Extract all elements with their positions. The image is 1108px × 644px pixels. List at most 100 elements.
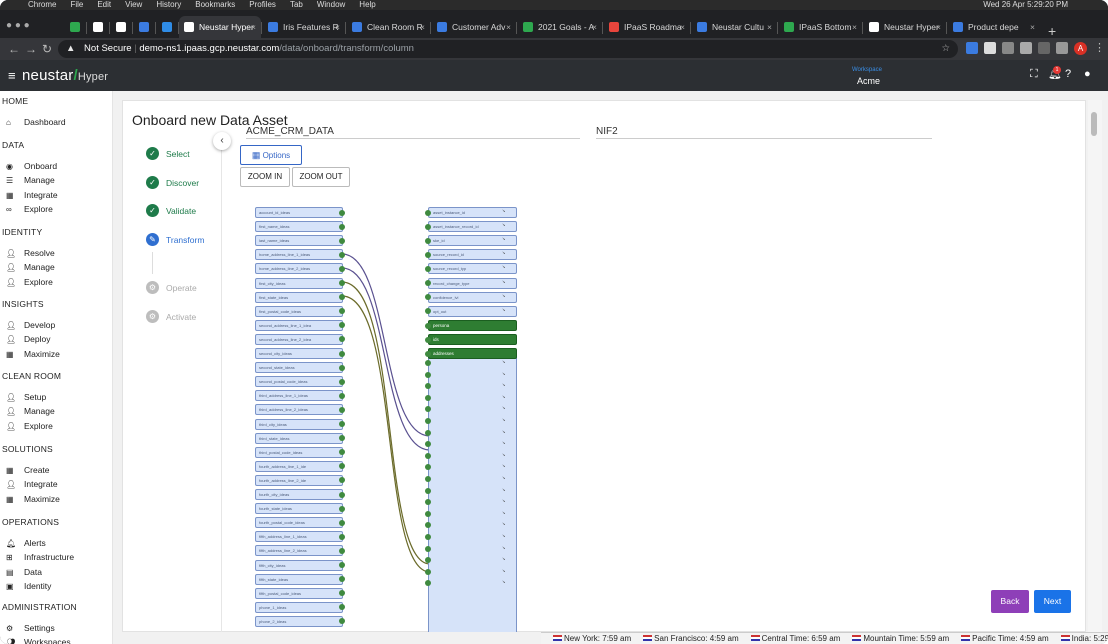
expand-icon[interactable]: ↘ <box>502 440 505 445</box>
browser-tab[interactable]: Customer Adv × <box>432 16 516 38</box>
source-column[interactable]: fourth_city_ideas <box>255 489 343 500</box>
close-tab-icon[interactable]: × <box>420 16 425 38</box>
sidebar-item-workspaces[interactable]: 👥︎ Workspaces <box>6 637 71 644</box>
os-menu-file[interactable]: File <box>70 0 83 9</box>
sidebar-item-data[interactable]: ▤ Data <box>6 567 42 577</box>
target-port-dot[interactable] <box>425 336 431 343</box>
os-menu-window[interactable]: Window <box>317 0 345 9</box>
source-column[interactable]: home_address_line_1_ideas <box>255 249 343 261</box>
sidebar-item-create[interactable]: ▦ Create <box>6 465 50 475</box>
target-port-dot[interactable] <box>425 371 431 378</box>
sidebar-item-identity[interactable]: ▣ Identity <box>6 581 51 591</box>
source-column[interactable]: second_state_ideas <box>255 362 343 374</box>
source-column[interactable]: account_id_ideas <box>255 207 343 218</box>
hamburger-menu-icon[interactable]: ≡ <box>8 68 16 83</box>
source-port-dot[interactable] <box>339 378 345 385</box>
expand-icon[interactable]: ↘ <box>502 222 505 227</box>
page-scrollbar[interactable] <box>1088 100 1102 632</box>
browser-tab[interactable] <box>133 16 155 38</box>
sidebar-item-explore[interactable]: ∞ Explore <box>6 204 53 214</box>
back-button[interactable]: Back <box>991 590 1029 613</box>
step-validate[interactable]: Validate <box>166 206 196 216</box>
sidebar-item-explore[interactable]: 👤︎ Explore <box>6 421 53 431</box>
source-port-dot[interactable] <box>339 505 345 512</box>
os-menu-profiles[interactable]: Profiles <box>249 0 276 9</box>
source-column[interactable]: second_address_line_2_idea <box>255 333 343 345</box>
source-port-dot[interactable] <box>339 251 345 258</box>
sidebar-item-integrate[interactable]: ▦ Integrate <box>6 190 58 200</box>
source-port-dot[interactable] <box>339 223 345 230</box>
expand-icon[interactable]: ↘ <box>502 533 505 538</box>
os-menu-tab[interactable]: Tab <box>290 0 303 9</box>
expand-icon[interactable]: ↘ <box>502 394 505 399</box>
step-activate[interactable]: Activate <box>166 312 196 322</box>
target-port-dot[interactable] <box>425 534 431 540</box>
puzzle-icon[interactable] <box>1056 42 1068 54</box>
bookmark-star-icon[interactable]: ☆ <box>941 40 950 58</box>
expand-icon[interactable]: ↘ <box>502 250 505 255</box>
scrollbar-thumb[interactable] <box>1091 112 1097 136</box>
extension-icon[interactable] <box>1020 42 1032 54</box>
target-port-dot[interactable] <box>425 510 431 517</box>
source-column[interactable]: fifth_address_line_2_ideas <box>255 545 343 557</box>
expand-icon[interactable]: ↘ <box>502 498 505 503</box>
source-column[interactable]: third_city_ideas <box>255 418 343 430</box>
source-port-dot[interactable] <box>339 406 345 413</box>
step-discover[interactable]: Discover <box>166 178 199 188</box>
target-port-dot[interactable] <box>425 209 431 216</box>
sidebar-item-maximize[interactable]: ▦ Maximize <box>6 349 60 359</box>
source-port-dot[interactable] <box>339 265 345 272</box>
source-port-dot[interactable] <box>339 209 345 216</box>
workspace-selector[interactable]: Acme <box>857 76 880 86</box>
zoom-out-button[interactable]: ZOOM OUT <box>292 167 350 187</box>
close-tab-icon[interactable]: × <box>335 16 340 38</box>
expand-icon[interactable]: ↘ <box>502 371 505 376</box>
expand-icon[interactable]: ↘ <box>502 510 505 515</box>
extension-icon[interactable] <box>966 42 978 54</box>
os-menu-view[interactable]: View <box>125 0 142 9</box>
sidebar-item-dashboard[interactable]: ⌂ Dashboard <box>6 117 66 127</box>
source-column[interactable]: fourth_address_line_1_ide <box>255 460 343 472</box>
zoom-in-button[interactable]: ZOOM IN <box>240 167 290 187</box>
step-operate[interactable]: Operate <box>166 283 197 293</box>
source-column[interactable]: fifth_city_ideas <box>255 559 343 571</box>
options-button[interactable]: ▦ Options <box>240 145 302 165</box>
target-port-dot[interactable] <box>425 568 431 575</box>
reload-icon[interactable]: ↻ <box>42 42 52 56</box>
source-column[interactable]: phone_1_ideas <box>255 601 343 613</box>
source-column[interactable]: first_postal_code_ideas <box>255 305 343 317</box>
user-account-icon[interactable]: ● <box>1084 69 1091 80</box>
mapping-line[interactable] <box>341 281 431 565</box>
source-column[interactable]: fifth_address_line_1_ideas <box>255 531 343 543</box>
os-menu-chrome[interactable]: Chrome <box>28 0 56 9</box>
sidebar-item-develop[interactable]: 👤︎ Develop <box>6 320 55 330</box>
mapping-line[interactable] <box>341 295 431 573</box>
source-port-dot[interactable] <box>339 533 345 540</box>
browser-tab[interactable]: Clean Room R × <box>347 16 430 38</box>
target-port-dot[interactable] <box>425 545 431 552</box>
profile-avatar[interactable]: A <box>1074 42 1087 55</box>
close-tab-icon[interactable]: × <box>506 16 511 38</box>
expand-icon[interactable]: ↘ <box>502 279 505 284</box>
browser-tab[interactable] <box>110 16 132 38</box>
expand-icon[interactable]: ↘ <box>502 417 505 422</box>
sidebar-item-infrastructure[interactable]: ⊞ Infrastructure <box>6 552 74 562</box>
target-port-dot[interactable] <box>425 360 431 366</box>
close-tab-icon[interactable]: × <box>592 16 597 38</box>
source-port-dot[interactable] <box>339 280 345 286</box>
sidebar-item-setup[interactable]: 👤︎ Setup <box>6 392 46 402</box>
expand-icon[interactable]: ↘ <box>502 487 505 492</box>
browser-tab[interactable]: Neustar Hyper × <box>864 16 946 38</box>
source-column[interactable]: fourth_address_line_2_ide <box>255 474 343 486</box>
source-column[interactable]: home_address_line_2_ideas <box>255 263 343 275</box>
source-port-dot[interactable] <box>339 547 345 554</box>
expand-icon[interactable]: ↘ <box>502 382 505 387</box>
source-port-dot[interactable] <box>339 350 345 357</box>
help-icon[interactable]: ? <box>1065 69 1071 80</box>
browser-tab[interactable]: 2021 Goals - A × <box>518 16 602 38</box>
source-column[interactable]: fifth_postal_code_ideas <box>255 587 343 599</box>
expand-icon[interactable]: ↘ <box>502 293 505 298</box>
sidebar-item-alerts[interactable]: 🔔︎ Alerts <box>6 538 46 548</box>
target-port-dot[interactable] <box>425 237 431 244</box>
source-column[interactable]: third_state_ideas <box>255 432 343 444</box>
